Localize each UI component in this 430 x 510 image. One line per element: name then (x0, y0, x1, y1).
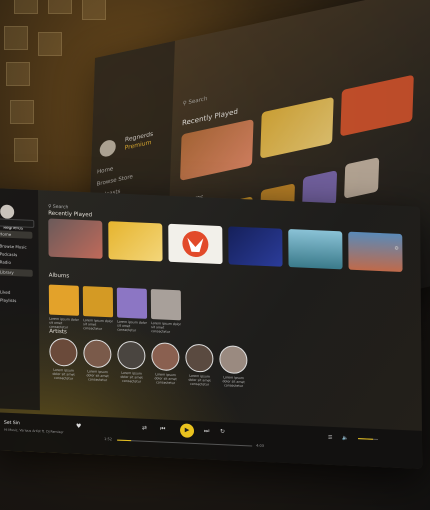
sidebar-item-radio[interactable]: Radio (0, 258, 33, 267)
back-album-thumb[interactable] (344, 157, 380, 199)
sidebar-search-input[interactable] (0, 218, 35, 228)
avatar (99, 138, 117, 158)
back-recent-thumb[interactable] (180, 119, 254, 181)
sidebar-item-liked[interactable]: Liked (0, 288, 33, 297)
next-icon[interactable]: ⏭ (204, 427, 209, 435)
repeat-icon[interactable]: ↻ (220, 428, 225, 435)
sidebar-item-home[interactable]: Home (0, 230, 33, 239)
shuffle-icon[interactable]: ⇄ (142, 425, 147, 432)
album-caption: Lorem ipsum dolor sit amet consectetur (117, 319, 147, 333)
elapsed-time: 1:52 (104, 436, 113, 442)
artist-caption: Lorem ipsum dolor sit amet consectetur (120, 370, 143, 384)
artist-card[interactable]: Lorem ipsum dolor sit amet consectetur (49, 337, 78, 381)
albums-title: Albums (48, 272, 70, 280)
recent-item[interactable] (168, 223, 223, 265)
artist-card[interactable]: Lorem ipsum dolor sit amet consectetur (151, 342, 180, 386)
back-search[interactable]: ⚲ Search (183, 96, 208, 107)
artist-photo (185, 343, 214, 373)
volume-icon[interactable]: 🔈 (342, 435, 348, 441)
sidebar-item-playlists[interactable]: Playlists (0, 296, 33, 305)
recent-item[interactable] (288, 229, 343, 270)
artist-photo (83, 339, 112, 369)
artist-photo (151, 342, 180, 372)
artist-caption: Lorem ipsum dolor sit amet consectetur (222, 375, 245, 389)
heart-icon[interactable]: ♥ (76, 423, 81, 430)
previous-icon[interactable]: ⏮ (160, 425, 165, 433)
artist-caption: Lorem ipsum dolor sit amet consectetur (52, 367, 75, 381)
artists-title: Artists (49, 328, 67, 336)
fox-logo-icon (182, 230, 209, 257)
album-art (48, 284, 80, 316)
recent-title: Recently Played (48, 210, 93, 219)
back-recent-thumb[interactable] (260, 96, 334, 159)
artist-card[interactable]: Lorem ipsum dolor sit amet consectetur (185, 343, 214, 387)
artist-caption: Lorem ipsum dolor sit amet consectetur (86, 369, 109, 383)
album-card[interactable]: Lorem ipsum dolor sit amet consectetur (116, 287, 148, 333)
album-card[interactable]: Lorem ipsum dolor sit amet consectetur (48, 284, 80, 330)
album-caption: Lorem ipsum dolor sit amet consectetur (151, 321, 181, 334)
sidebar-item-library[interactable]: Library (0, 268, 33, 277)
album-art (116, 287, 148, 319)
artist-card[interactable]: Lorem ipsum dolor sit amet consectetur (117, 340, 146, 384)
play-button[interactable]: ▶ (179, 423, 195, 438)
total-time: 4:03 (256, 443, 265, 448)
artist-photo (117, 340, 146, 370)
album-card[interactable]: Lorem ipsum dolor sit amet consectetur (150, 289, 182, 334)
artist-photo (219, 345, 248, 375)
search-input[interactable]: ⚲ Search (48, 205, 68, 211)
avatar (0, 203, 15, 219)
album-art (150, 289, 182, 321)
artist-card[interactable]: Lorem ipsum dolor sit amet consectetur (219, 345, 248, 389)
back-recent-thumb[interactable] (340, 74, 414, 137)
settings-icon[interactable]: ⚙ (394, 246, 399, 252)
artist-card[interactable]: Lorem ipsum dolor sit amet consectetur (83, 339, 112, 383)
artist-caption: Lorem ipsum dolor sit amet consectetur (154, 372, 177, 386)
artist-caption: Lorem ipsum dolor sit amet consectetur (188, 373, 211, 387)
artist-photo (49, 337, 78, 367)
album-caption: Lorem ipsum dolor sit amet consectetur (83, 318, 113, 331)
recent-item[interactable] (48, 218, 103, 259)
recent-item[interactable] (348, 231, 403, 273)
album-art (82, 286, 114, 318)
sidebar: Regnerds Premium Home Browse Music Podca… (0, 188, 40, 411)
music-app-window: Regnerds Premium Home Browse Music Podca… (0, 188, 423, 469)
progress-bar[interactable] (117, 439, 253, 447)
queue-icon[interactable]: ☰ (328, 435, 333, 441)
volume-slider[interactable] (358, 438, 379, 440)
recent-item[interactable] (108, 221, 163, 262)
album-card[interactable]: Lorem ipsum dolor sit amet consectetur (82, 286, 114, 331)
recent-item[interactable] (228, 226, 283, 267)
sidebar-item-browse[interactable]: Browse Music (0, 242, 33, 251)
now-playing-subtitle: Hi Music, Various Artist ft. DJ Remixer (4, 427, 64, 435)
sidebar-item-podcasts[interactable]: Podcasts (0, 250, 33, 259)
now-playing-title: Set Sin (4, 420, 20, 427)
